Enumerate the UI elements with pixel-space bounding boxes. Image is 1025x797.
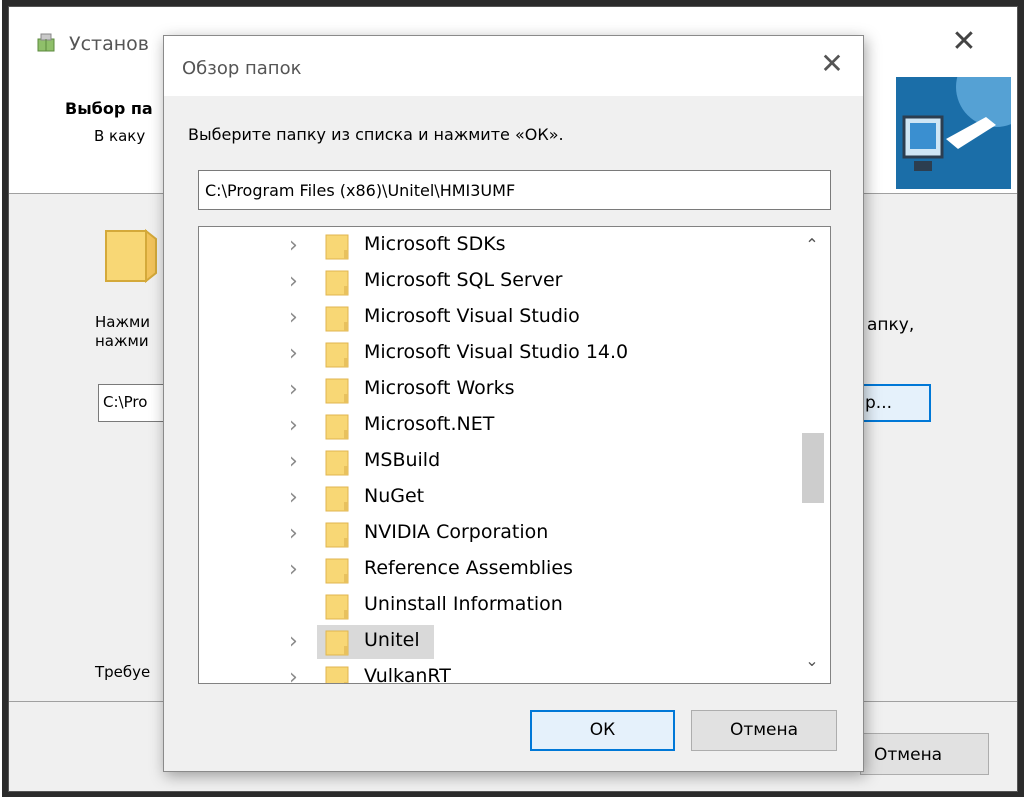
folder-icon xyxy=(325,234,349,260)
tree-item[interactable]: › NuGet xyxy=(199,481,794,515)
installer-step-subtitle: В каку xyxy=(94,127,146,145)
scroll-thumb[interactable] xyxy=(802,433,824,503)
folder-icon xyxy=(325,558,349,584)
chevron-right-icon[interactable]: › xyxy=(289,232,307,260)
tree-item-label: Microsoft SDKs xyxy=(364,233,506,255)
chevron-right-icon[interactable]: › xyxy=(289,664,307,683)
folder-icon xyxy=(325,306,349,332)
tree-scrollbar[interactable]: ⌃ ⌄ xyxy=(794,227,830,683)
folder-icon xyxy=(325,630,349,656)
dialog-prompt: Выберите папку из списка и нажмите «ОК». xyxy=(188,125,564,144)
folder-icon xyxy=(105,228,157,283)
tree-item-label: Microsoft Visual Studio 14.0 xyxy=(364,341,629,363)
installer-app-icon xyxy=(37,33,55,52)
chevron-right-icon[interactable]: › xyxy=(289,340,307,368)
ok-button[interactable]: ОК xyxy=(530,710,675,751)
tree-item[interactable]: › Microsoft.NET xyxy=(199,409,794,443)
tree-item-label: Uninstall Information xyxy=(364,593,563,615)
dialog-title: Обзор папок xyxy=(182,58,302,79)
dialog-close-icon[interactable]: ✕ xyxy=(817,50,847,80)
tree-item[interactable]: › Microsoft Visual Studio xyxy=(199,301,794,335)
chevron-right-icon[interactable]: › xyxy=(289,268,307,296)
tree-item-label: Microsoft SQL Server xyxy=(364,269,563,291)
folder-icon xyxy=(325,342,349,368)
tree-item[interactable]: › Microsoft SQL Server xyxy=(199,265,794,299)
tree-item[interactable]: › Unitel xyxy=(199,625,794,659)
folder-icon xyxy=(325,594,349,620)
tree-item[interactable]: Uninstall Information xyxy=(199,589,794,623)
folder-tree[interactable]: › Microsoft SDKs › Microsoft SQL Server › Mic… xyxy=(198,226,831,684)
instruction-line-2: нажми xyxy=(95,332,149,350)
tree-item-label: Unitel xyxy=(364,629,420,651)
chevron-right-icon[interactable]: › xyxy=(289,412,307,440)
folder-icon xyxy=(325,486,349,512)
tree-item-label: Microsoft Visual Studio xyxy=(364,305,580,327)
tree-item-label: Microsoft.NET xyxy=(364,413,495,435)
chevron-right-icon[interactable]: › xyxy=(289,448,307,476)
tree-item[interactable]: › Microsoft SDKs xyxy=(199,229,794,263)
folder-path-input[interactable] xyxy=(198,170,831,210)
folder-icon xyxy=(325,522,349,548)
tree-item[interactable]: › Reference Assemblies xyxy=(199,553,794,587)
browse-folder-dialog: Обзор папок ✕ Выберите папку из списка и… xyxy=(163,35,864,772)
tree-item-label: Microsoft Works xyxy=(364,377,515,399)
tree-item[interactable]: › NVIDIA Corporation xyxy=(199,517,794,551)
folder-icon xyxy=(325,270,349,296)
tree-item-label: NuGet xyxy=(364,485,425,507)
tree-item-label: NVIDIA Corporation xyxy=(364,521,549,543)
cancel-button[interactable]: Отмена xyxy=(691,710,837,751)
installer-step-title: Выбор па xyxy=(65,99,153,118)
installer-space-required: Требуе xyxy=(95,663,151,681)
folder-icon xyxy=(325,414,349,440)
folder-icon xyxy=(325,378,349,404)
installer-title: Установ xyxy=(69,33,149,55)
installer-browse-button[interactable]: р... xyxy=(859,384,931,422)
tree-item[interactable]: › Microsoft Works xyxy=(199,373,794,407)
installer-close-icon[interactable]: ✕ xyxy=(949,27,979,59)
installer-instruction-text: Нажми нажми xyxy=(95,313,150,351)
folder-icon xyxy=(325,450,349,476)
tree-item-label: MSBuild xyxy=(364,449,441,471)
chevron-right-icon[interactable]: › xyxy=(289,304,307,332)
banner-computer-icon xyxy=(896,77,1011,189)
tree-item[interactable]: › MSBuild xyxy=(199,445,794,479)
folder-icon xyxy=(325,666,349,683)
tree-item[interactable]: › Microsoft Visual Studio 14.0 xyxy=(199,337,794,371)
dialog-titlebar: Обзор папок ✕ xyxy=(164,36,863,96)
chevron-right-icon[interactable]: › xyxy=(289,376,307,404)
installer-instruction-tail: апку, xyxy=(867,315,915,335)
installer-cancel-button[interactable]: Отмена xyxy=(860,733,989,775)
instruction-line-1: Нажми xyxy=(95,313,151,331)
scroll-up-icon[interactable]: ⌃ xyxy=(802,235,822,255)
tree-item-label: VulkanRT xyxy=(364,665,451,684)
chevron-right-icon[interactable]: › xyxy=(289,484,307,512)
chevron-right-icon[interactable]: › xyxy=(289,520,307,548)
tree-item-label: Reference Assemblies xyxy=(364,557,573,579)
tree-item[interactable]: › VulkanRT xyxy=(199,661,794,684)
scroll-down-icon[interactable]: ⌄ xyxy=(802,651,822,671)
chevron-right-icon[interactable]: › xyxy=(289,628,307,656)
chevron-right-icon[interactable]: › xyxy=(289,556,307,584)
